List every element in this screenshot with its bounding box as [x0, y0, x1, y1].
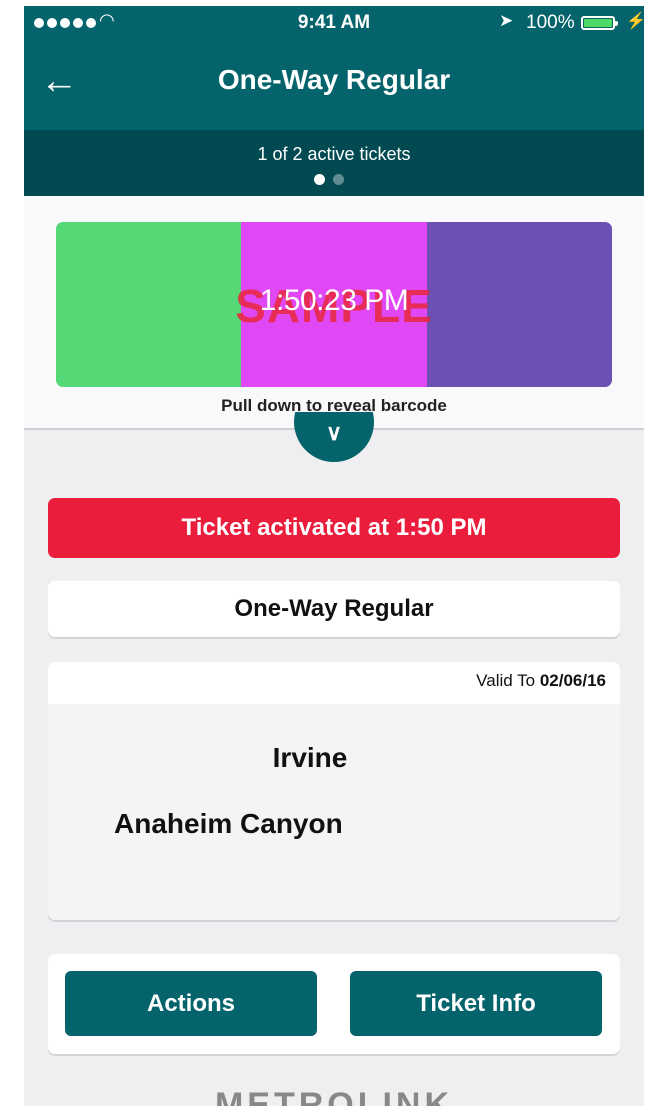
origin-station: Irvine — [272, 742, 348, 773]
battery-icon — [581, 16, 618, 30]
battery-percent: 100% — [526, 12, 575, 33]
nav-bar: ← One-Way Regular — [24, 42, 644, 130]
ticket-count-label: 1 of 2 active tickets — [257, 144, 411, 164]
bolt-icon: ⚡ — [626, 13, 644, 30]
actions-button[interactable]: Actions — [65, 971, 317, 1036]
valid-to-row: Valid To 02/06/16 — [48, 662, 620, 704]
validation-area: SAMPLE 1:50:23 PM Pull down to reveal ba… — [24, 196, 644, 430]
validation-color-band: SAMPLE 1:50:23 PM — [56, 222, 612, 387]
activation-banner: Ticket activated at 1:50 PM — [48, 498, 620, 558]
validation-time: 1:50:23 PM — [259, 284, 409, 317]
page-dot[interactable] — [333, 174, 344, 185]
destination-station: Anaheim Canyon — [114, 808, 343, 839]
ticket-type-card: One-Way Regular — [48, 581, 620, 637]
actions-card: Actions Ticket Info — [48, 954, 620, 1054]
route-card: Valid To 02/06/16 Irvine Anaheim Canyon — [48, 662, 620, 920]
valid-to-date: 02/06/16 — [539, 671, 606, 690]
app-screen: ◠ 9:41 AM ➤ 100% ⚡ ← One-Way Regular 1 o… — [24, 6, 644, 1106]
location-arrow-icon: ➤ — [499, 11, 514, 30]
page-title: One-Way Regular — [217, 64, 451, 95]
page-dot-active[interactable] — [314, 174, 325, 185]
pull-down-handle[interactable]: ∨ — [294, 412, 374, 472]
ticket-pager-bar: 1 of 2 active tickets — [24, 130, 644, 196]
chevron-down-icon: ∨ — [325, 420, 343, 445]
metrolink-logo: METROLINK — [214, 1086, 454, 1106]
valid-to-label: Valid To — [476, 671, 536, 690]
ticket-info-button[interactable]: Ticket Info — [350, 971, 602, 1036]
page-indicator[interactable] — [314, 174, 344, 185]
status-bar: ◠ 9:41 AM ➤ 100% ⚡ — [24, 6, 644, 42]
